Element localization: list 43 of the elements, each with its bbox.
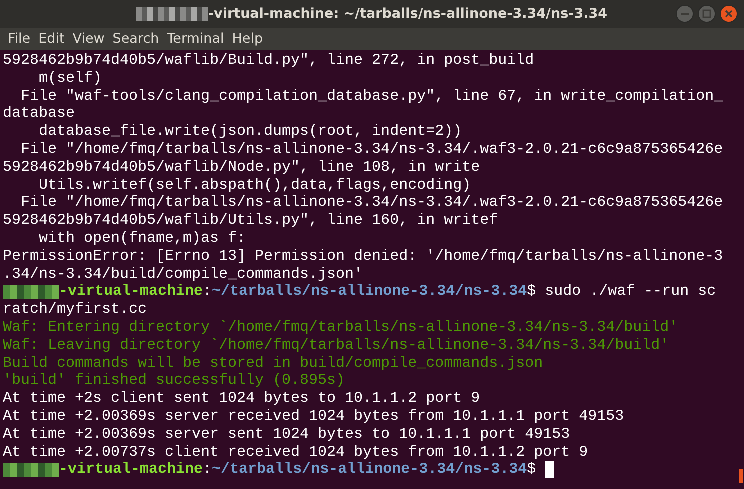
window-title: -virtual-machine: ~/tarballs/ns-allinone-3.34/ns-3.34 [208, 6, 608, 22]
terminal-line: Waf: Leaving directory `/home/fmq/tarballs/ns-allinone-3.34/ns-3.34/build' [3, 336, 670, 355]
menu-item[interactable]: Terminal [163, 31, 228, 47]
terminal-line: File "/home/fmq/tarballs/ns-allinone-3.34/ns-3.34/.waf3-2.0.21-c6c9a875365426e [20, 194, 724, 212]
scrollbar[interactable] [739, 469, 743, 483]
menu-item[interactable]: Edit [34, 31, 69, 47]
close-button[interactable] [720, 5, 738, 23]
terminal-line: Build commands will be stored in build/compile_commands.json [3, 354, 544, 372]
terminal-line: 'build' finished successfully (0.895s) [3, 372, 346, 390]
redacted-block [3, 285, 59, 300]
redacted-block [3, 463, 59, 478]
terminal-line: File "waf-tools/clang_compilation_database.py", line 67, in write_compilation_ [20, 88, 724, 106]
menu-item[interactable]: File [4, 31, 35, 47]
terminal-line: 5928462b9b74d40b5/waflib/Build.py", line 272, in post_build [3, 52, 534, 70]
minimize-button[interactable] [676, 5, 694, 23]
terminal-line: with open(fname,m)as f: [38, 230, 246, 248]
terminal-line: At time +2.00737s client received 1024 bytes from 10.1.1.2 port 9 [3, 444, 588, 462]
terminal-line: database_file.write(json.dumps(root, indent=2)) [38, 123, 462, 141]
prompt-host: -virtual-machine [59, 283, 204, 302]
terminal-line: Utils.writef(self.abspath(),data,flags,encoding) [38, 176, 472, 194]
menu-item[interactable]: Help [228, 31, 268, 47]
terminal-line: Waf: Entering directory `/home/fmq/tarballs/ns-allinone-3.34/ns-3.34/build' [3, 318, 678, 337]
terminal-line: At time +2.00369s server sent 1024 bytes to 10.1.1.1 port 49153 [3, 426, 570, 444]
command-text: $ sudo ./waf --run sc [527, 283, 716, 302]
terminal-line: PermissionError: [Errno 13] Permission denied: '/home/fmq/tarballs/ns-allinone-3 [3, 248, 724, 266]
prompt-separator: : [203, 461, 212, 480]
terminal-line: database [3, 105, 76, 124]
command-text: $ [527, 461, 538, 480]
terminal-line: At time +2.00369s server received 1024 bytes from 10.1.1.1 port 49153 [3, 408, 624, 426]
terminal-line: 5928462b9b74d40b5/waflib/Utils.py", line 160, in writef [3, 212, 498, 230]
terminal-line: 5928462b9b74d40b5/waflib/Node.py", line 108, in write [3, 158, 480, 177]
prompt-path: ~/tarballs/ns-allinone-3.34/ns-3.34 [212, 461, 528, 480]
terminal-line: At time +2s client sent 1024 bytes to 10.1.1.2 port 9 [3, 390, 480, 408]
prompt-separator: : [203, 283, 212, 302]
prompt-host: -virtual-machine [59, 461, 204, 480]
menu-item[interactable]: View [68, 31, 109, 47]
menu-item[interactable]: Search [108, 31, 164, 47]
maximize-button[interactable] [698, 5, 716, 23]
terminal-line: ratch/myfirst.cc [3, 301, 148, 319]
terminal-line: File "/home/fmq/tarballs/ns-allinone-3.34/ns-3.34/.waf3-2.0.21-c6c9a875365426e [20, 140, 724, 159]
prompt-path: ~/tarballs/ns-allinone-3.34/ns-3.34 [212, 283, 528, 302]
terminal-line: .34/ns-3.34/build/compile_commands.json' [3, 266, 364, 284]
terminal-line: m(self) [38, 70, 102, 88]
